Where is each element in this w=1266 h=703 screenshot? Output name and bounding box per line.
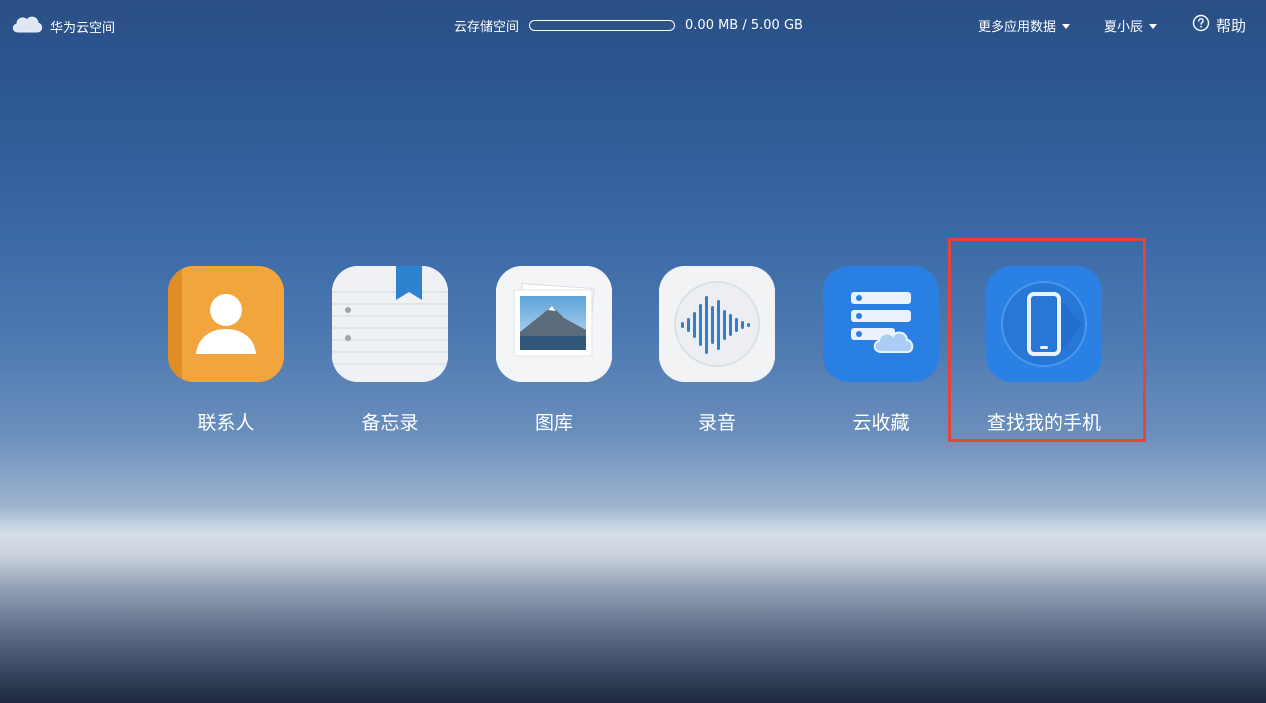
chevron-down-icon [1062, 24, 1071, 29]
app-contacts[interactable]: 联系人 [160, 266, 292, 446]
storage-progress-bar [529, 20, 676, 31]
app-notes[interactable]: 备忘录 [324, 266, 456, 446]
app-recorder[interactable]: 录音 [651, 266, 783, 446]
user-name: 夏小辰 [1104, 20, 1144, 35]
brand[interactable]: 华为云空间 [10, 12, 115, 40]
chevron-down-icon [1149, 24, 1158, 29]
recorder-icon [659, 266, 775, 382]
storage-usage: 0.00 MB / 5.00 GB [685, 18, 803, 33]
help-icon [1192, 14, 1210, 36]
app-label: 录音 [697, 412, 736, 434]
storage-summary: 云存储空间 0.00 MB / 5.00 GB [454, 16, 803, 35]
storage-label: 云存储空间 [454, 20, 520, 35]
app-gallery[interactable]: 图库 [488, 266, 620, 446]
app-label: 图库 [534, 412, 573, 434]
gallery-icon [496, 266, 612, 382]
help-label: 帮助 [1216, 16, 1247, 35]
more-data-label: 更多应用数据 [978, 20, 1057, 35]
highlight-box [948, 238, 1146, 442]
brand-label: 华为云空间 [50, 20, 116, 36]
cloud-favorites-icon [823, 266, 939, 382]
app-cloud-favorites[interactable]: 云收藏 [815, 266, 947, 446]
contacts-icon [168, 266, 284, 382]
app-label: 联系人 [197, 412, 255, 434]
cloud-icon [10, 12, 44, 40]
app-label: 云收藏 [852, 412, 910, 434]
help-link[interactable]: 帮助 [1192, 14, 1246, 36]
user-menu[interactable]: 夏小辰 [1104, 16, 1158, 35]
notes-icon [332, 266, 448, 382]
top-bar: 华为云空间 云存储空间 0.00 MB / 5.00 GB 更多应用数据 夏小辰… [0, 0, 1266, 50]
app-label: 备忘录 [361, 412, 419, 434]
more-data-menu[interactable]: 更多应用数据 [978, 16, 1071, 35]
